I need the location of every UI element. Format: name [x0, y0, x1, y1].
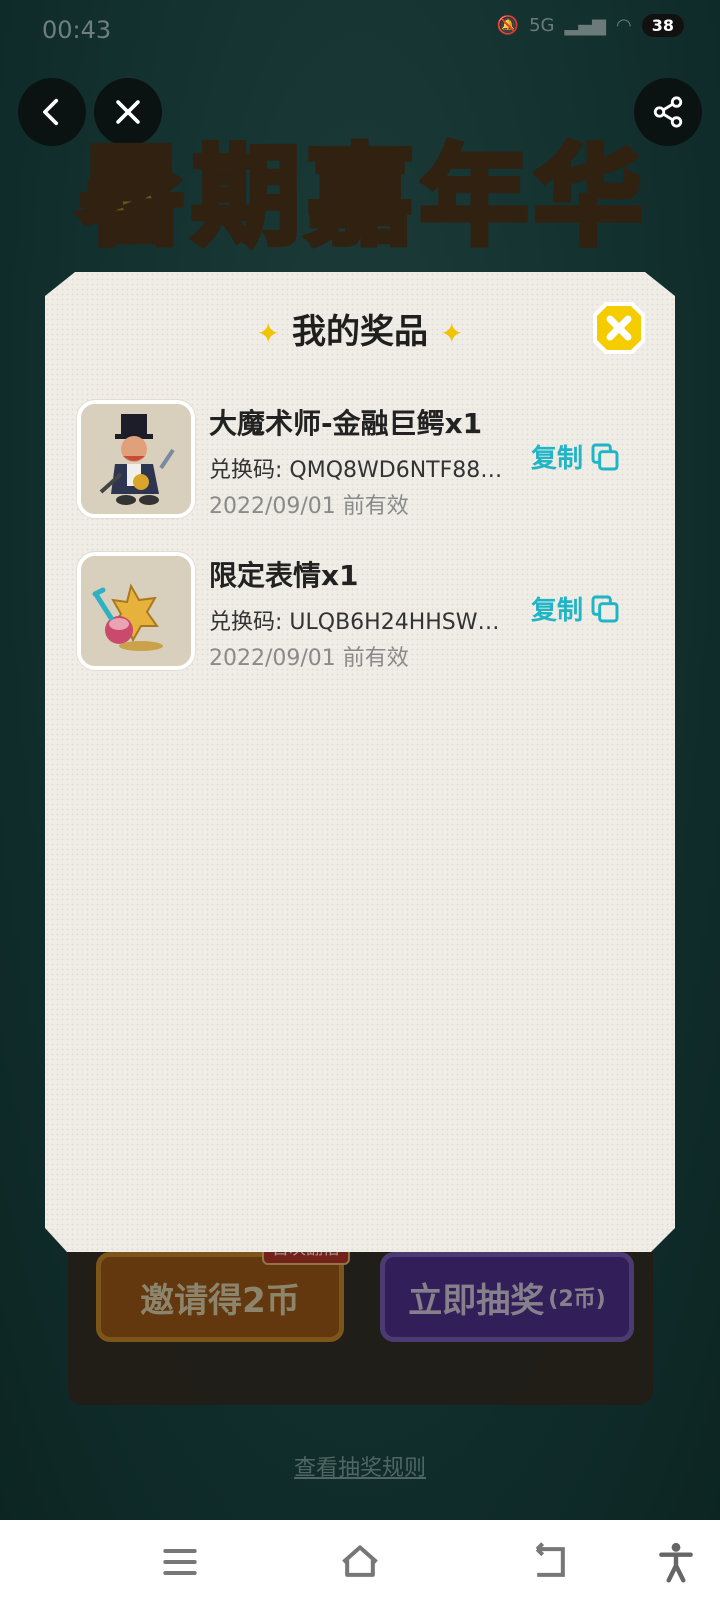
- mute-icon: 🔕: [496, 15, 520, 36]
- prize-item: 限定表情x1 兑换码: ULQB6H24HHSW… 2022/09/01 前有效…: [77, 552, 657, 672]
- prize-code: 兑换码: QMQ8WD6NTF88…: [209, 458, 503, 483]
- status-time: 00:43: [42, 16, 112, 44]
- home-icon: [342, 1545, 378, 1577]
- menu-icon: [163, 1548, 197, 1576]
- network-label: 5G: [529, 15, 555, 36]
- prize-thumbnail: [77, 400, 195, 518]
- system-nav-bar: [0, 1520, 720, 1605]
- banner-char: 嘉: [303, 132, 417, 263]
- copy-icon: [591, 443, 619, 470]
- status-bar: 00:43 🔕 5G ▂▄▆ ◠ 38: [0, 0, 720, 58]
- emoji-sticker-image: [81, 556, 191, 666]
- prize-expiry: 2022/09/01 前有效: [209, 494, 409, 519]
- prize-name: 大魔术师-金融巨鳄x1: [209, 407, 483, 440]
- copy-label: 复制: [531, 596, 584, 626]
- draw-cost: (2币): [548, 1287, 606, 1312]
- prize-code: 兑换码: ULQB6H24HHSW…: [209, 610, 500, 635]
- chevron-left-icon: [43, 98, 59, 126]
- modal-close-button[interactable]: [591, 300, 647, 356]
- banner-char: 华: [531, 132, 645, 263]
- accessibility-button[interactable]: [654, 1540, 698, 1584]
- prize-name: 限定表情x1: [209, 559, 359, 592]
- copy-label: 复制: [531, 444, 584, 474]
- magician-character-image: [81, 404, 191, 514]
- banner-title: 暑 期 嘉 年 华: [60, 128, 660, 278]
- wifi-icon: ◠: [616, 15, 632, 36]
- copy-button[interactable]: 复制: [531, 590, 621, 627]
- accessibility-icon: [659, 1542, 693, 1583]
- prize-thumbnail: [77, 552, 195, 670]
- invite-button[interactable]: 邀请得2币: [96, 1252, 344, 1342]
- menu-button[interactable]: [158, 1540, 202, 1584]
- prize-item: 大魔术师-金融巨鳄x1 兑换码: QMQ8WD6NTF88… 2022/09/0…: [77, 400, 657, 520]
- banner-char: 暑: [75, 132, 189, 263]
- home-button[interactable]: [338, 1540, 382, 1584]
- prizes-modal: ✦ 我的奖品 ✦ 大魔术师-金融巨鳄x1 兑换码: QMQ8WD6NTF88… …: [45, 272, 675, 1252]
- banner-char: 年: [417, 132, 531, 263]
- copy-icon: [591, 595, 619, 622]
- sparkle-icon: ✦: [256, 317, 280, 350]
- prize-expiry: 2022/09/01 前有效: [209, 646, 409, 671]
- modal-title: ✦ 我的奖品 ✦: [45, 304, 675, 353]
- rules-link[interactable]: 查看抽奖规则: [0, 1450, 720, 1482]
- draw-button[interactable]: 立即抽奖 (2币): [380, 1252, 634, 1342]
- close-icon: [116, 100, 140, 124]
- copy-button[interactable]: 复制: [531, 438, 621, 475]
- sparkle-icon: ✦: [440, 317, 464, 350]
- modal-title-text: 我的奖品: [292, 312, 428, 352]
- battery-badge: 38: [641, 14, 684, 37]
- draw-button-label: 立即抽奖: [408, 1280, 545, 1321]
- back-nav-button[interactable]: [528, 1540, 572, 1584]
- banner-char: 期: [189, 132, 303, 263]
- status-icons: 🔕 5G ▂▄▆ ◠ 38: [497, 14, 684, 37]
- yellow-close-icon: [593, 302, 645, 354]
- back-icon: [535, 1542, 565, 1577]
- share-icon: [653, 96, 683, 128]
- signal-icon: ▂▄▆: [564, 15, 607, 36]
